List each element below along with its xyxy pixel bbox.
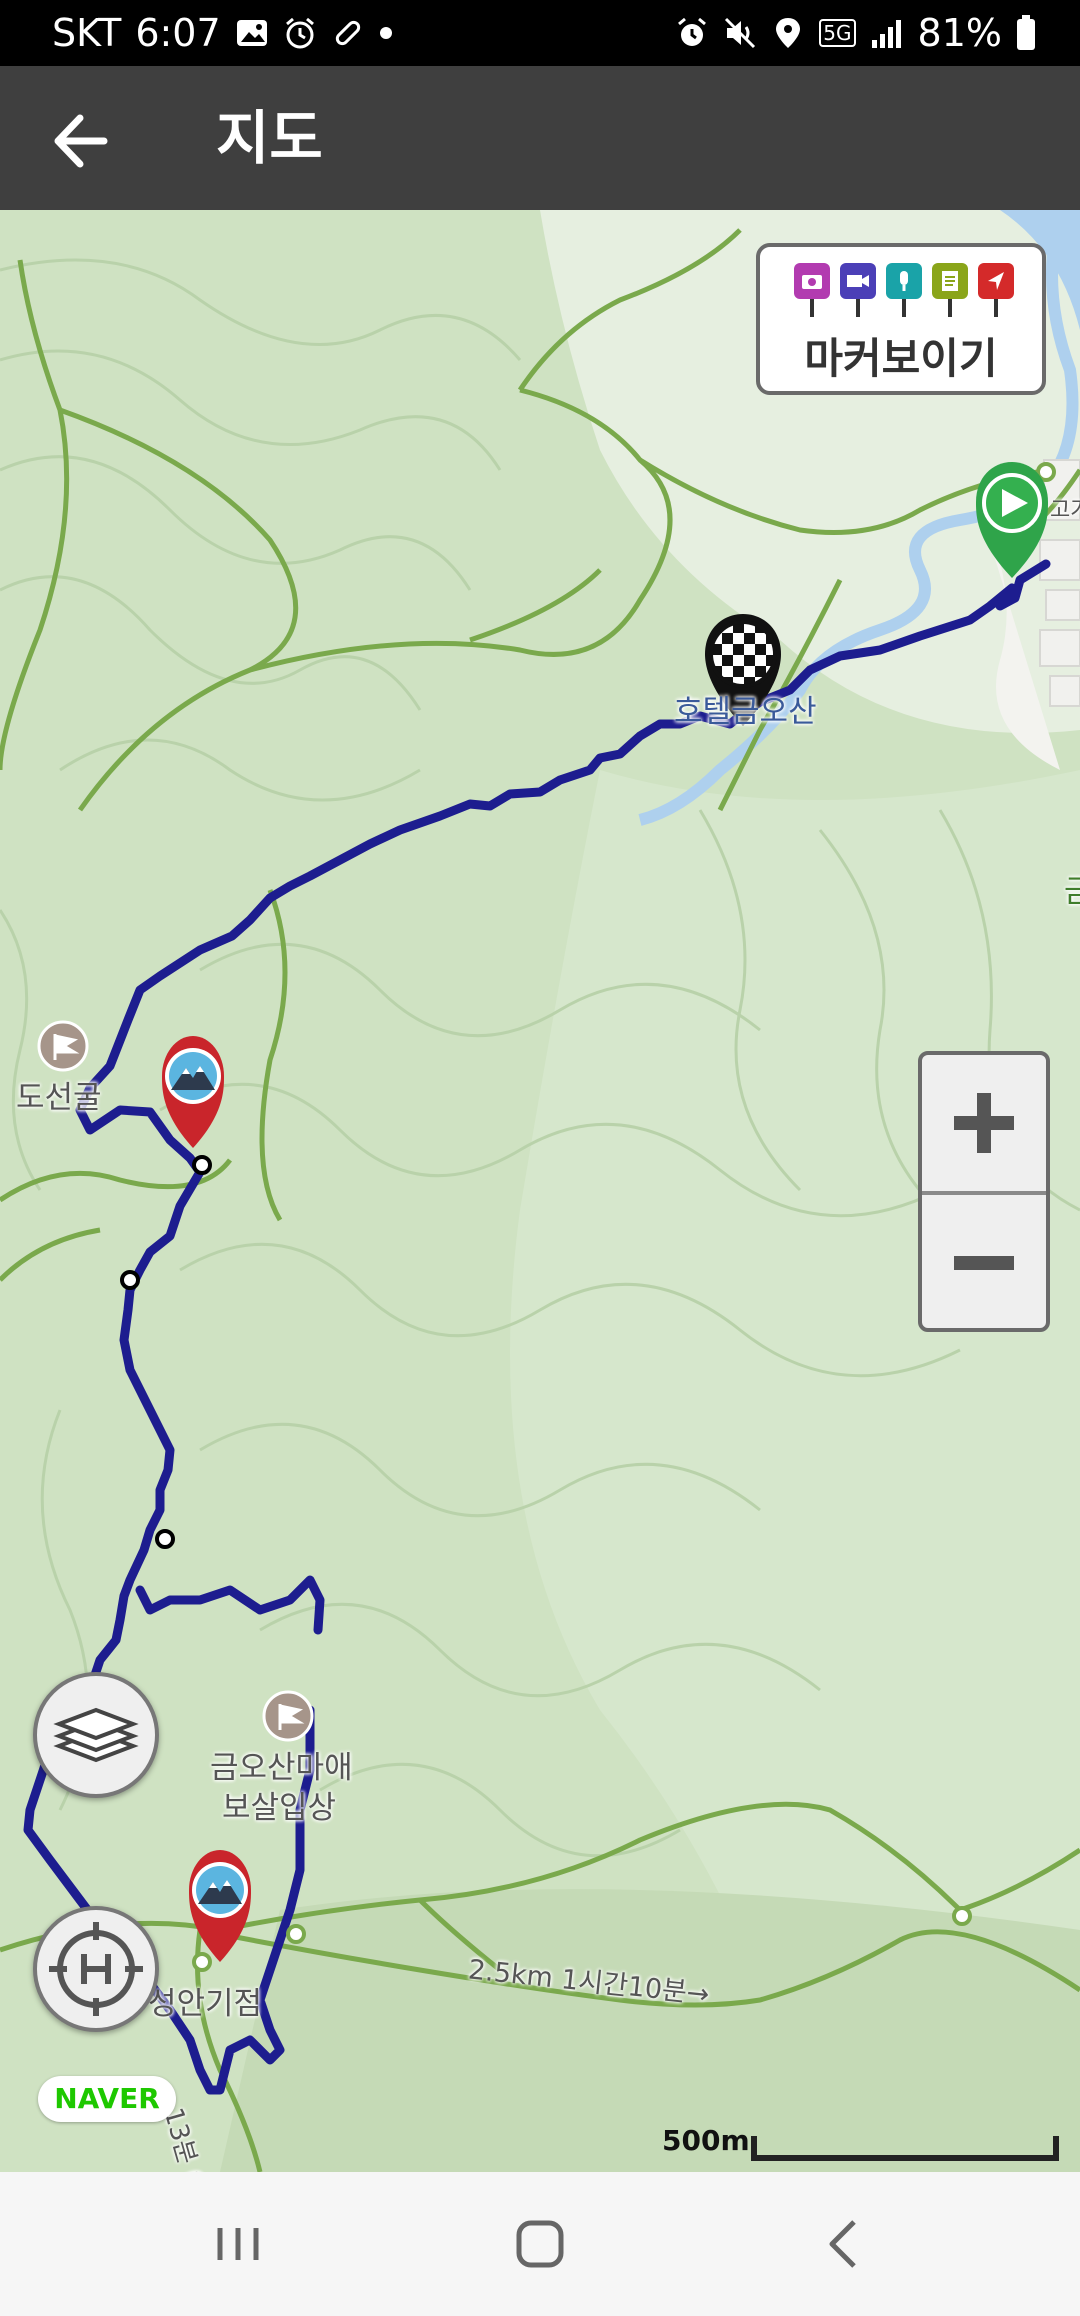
status-bar: SKT 6:07 5G 81% xyxy=(0,0,1080,66)
bandage-icon xyxy=(335,20,360,46)
page-title: 지도 xyxy=(216,104,323,172)
alarm-icon xyxy=(285,17,314,49)
layers-icon xyxy=(53,1707,139,1763)
status-left: SKT 6:07 xyxy=(52,0,393,66)
map-scale: 500m xyxy=(662,2124,1062,2164)
camera-marker-icon xyxy=(794,263,830,317)
video-marker-icon xyxy=(840,263,876,317)
app-bar: 지도 xyxy=(0,66,1080,210)
system-back-button[interactable] xyxy=(784,2202,904,2286)
naver-logo: NAVER xyxy=(38,2076,176,2122)
zoom-in-button[interactable] xyxy=(922,1055,1046,1191)
network-type: 5G xyxy=(819,19,856,47)
show-markers-label: 마커보이기 xyxy=(804,334,998,383)
dot-icon xyxy=(379,27,392,39)
system-navigation-bar xyxy=(0,2172,1080,2316)
location-icon xyxy=(776,18,801,48)
status-right: 5G 81% xyxy=(675,0,1036,66)
marker-type-icons xyxy=(794,263,1014,317)
map-label-hotel: 호텔금오산 xyxy=(674,694,817,730)
carrier-text: SKT xyxy=(52,11,122,55)
chevron-left-icon xyxy=(829,2220,856,2268)
map-label-edge-top: 고가 xyxy=(1050,498,1080,523)
clock-text: 6:07 xyxy=(135,11,221,55)
memo-marker-icon xyxy=(932,263,968,317)
zoom-control xyxy=(918,1051,1050,1332)
back-button[interactable] xyxy=(40,106,130,176)
arrow-left-icon xyxy=(54,114,108,168)
show-markers-button[interactable]: 마커보이기 xyxy=(756,243,1046,395)
home-icon xyxy=(516,2220,564,2268)
scale-label: 500m xyxy=(662,2124,750,2157)
map-layers-button[interactable] xyxy=(33,1672,159,1798)
minus-icon xyxy=(954,1256,1014,1270)
plus-icon xyxy=(954,1093,1014,1153)
zoom-out-button[interactable] xyxy=(922,1195,1046,1331)
navigation-marker-icon xyxy=(978,263,1014,317)
map-view[interactable]: 호텔금오산 도선굴 금오산마애 보살입상 성안기점 2.5km 1시간10분→ … xyxy=(0,210,1080,2172)
battery-icon xyxy=(1017,15,1035,50)
signal-icon xyxy=(871,20,901,48)
mute-icon xyxy=(725,17,756,49)
home-button[interactable] xyxy=(480,2202,600,2286)
alarm-icon xyxy=(678,17,707,46)
location-button[interactable] xyxy=(33,1906,159,2032)
map-label-edge-right: 금 xyxy=(1064,874,1080,910)
scale-bar xyxy=(751,2136,1059,2161)
map-label-buddha-1: 금오산마애 xyxy=(210,1750,353,1786)
microphone-marker-icon xyxy=(886,263,922,317)
map-label-point: 성안기점 xyxy=(148,1986,263,2022)
map-label-cave: 도선굴 xyxy=(16,1080,102,1116)
recents-icon xyxy=(217,2228,259,2260)
recents-button[interactable] xyxy=(178,2202,298,2286)
battery-text: 81% xyxy=(917,11,1002,55)
crosshair-h-icon xyxy=(49,1922,143,2016)
gallery-icon xyxy=(236,20,267,46)
map-label-buddha-2: 보살입상 xyxy=(222,1790,337,1826)
